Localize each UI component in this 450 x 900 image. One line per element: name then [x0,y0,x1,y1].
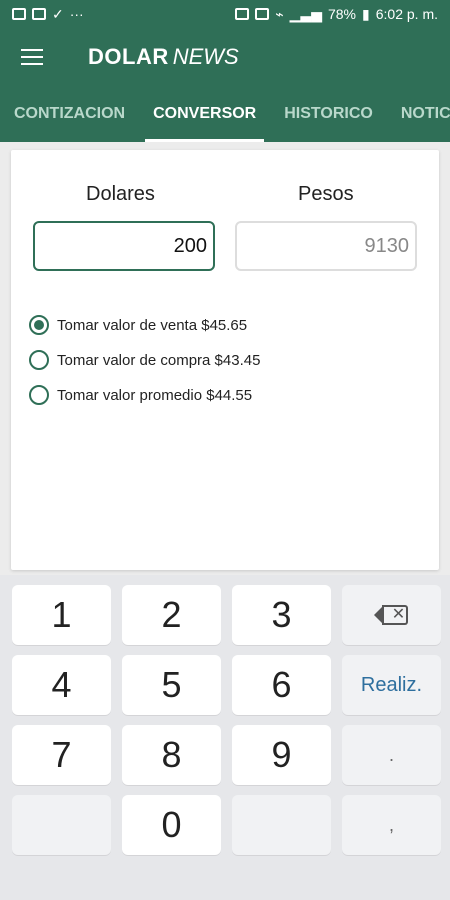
tab-bar: CONTIZACION CONVERSOR HISTORICO NOTICIA [0,86,450,142]
key-4[interactable]: 4 [12,655,111,715]
radio-label-compra: Tomar valor de compra $43.45 [57,351,261,369]
key-1[interactable]: 1 [12,585,111,645]
brand-bold: DOLAR [88,44,169,69]
tab-cotizacion[interactable]: CONTIZACION [0,86,139,142]
numeric-keyboard: 1 2 3 ✕ 4 5 6 Realiz. 7 8 9 . 0 , [0,575,450,900]
blank-key [12,795,111,855]
key-5[interactable]: 5 [122,655,221,715]
twitter-icon: ✓ [52,5,64,22]
status-left-icons: ✓ ··· [12,6,84,23]
dot-key-label: . [388,744,394,765]
key-7[interactable]: 7 [12,725,111,785]
radio-option-compra[interactable]: Tomar valor de compra $43.45 [29,350,260,370]
radio-label-promedio: Tomar valor promedio $44.55 [57,386,253,404]
comma-key[interactable]: , [342,795,441,855]
signal-icon: ▁▃▅ [289,5,322,22]
key-2[interactable]: 2 [122,585,221,645]
radio-label-venta: Tomar valor de venta $45.65 [57,316,248,334]
time: 6:02 p. m. [375,6,438,22]
radio-checked-icon[interactable] [29,315,49,335]
battery-icon: ▮ [362,5,370,22]
dolares-input[interactable]: 200 [33,221,215,271]
radio-option-promedio[interactable]: Tomar valor promedio $44.55 [29,385,252,405]
dolares-label: Dolares [86,183,155,205]
brand-italic: NEWS [172,44,239,69]
radio-unchecked-icon[interactable] [29,350,49,370]
dot-key[interactable]: . [342,725,441,785]
comma-key-label: , [388,814,394,835]
pesos-label: Pesos [298,183,354,205]
backspace-icon: ✕ [373,605,410,625]
key-6[interactable]: 6 [232,655,331,715]
key-0[interactable]: 0 [122,795,221,855]
tab-conversor[interactable]: CONVERSOR [139,86,270,142]
key-9[interactable]: 9 [232,725,331,785]
hamburger-menu-icon [21,49,43,65]
pesos-output[interactable]: 9130 [235,221,417,271]
nfc-icon [255,8,270,20]
blank-key [232,795,331,855]
backspace-key[interactable]: ✕ [342,585,441,645]
app-brand: DOLAR NEWS [88,44,239,70]
status-right: ⌁ ▁▃▅ 78% ▮ 6:02 p. m. [235,6,438,23]
battery-level: 78% [327,6,357,22]
briefcase-icon [32,8,46,20]
tab-historico[interactable]: HISTORICO [270,86,387,142]
done-key[interactable]: Realiz. [342,655,441,715]
vibrate-icon [235,8,250,20]
wifi-icon: ⌁ [275,5,284,22]
status-overflow: ··· [69,6,84,22]
tab-noticias[interactable]: NOTICIA [387,86,450,142]
key-3[interactable]: 3 [232,585,331,645]
radio-option-venta[interactable]: Tomar valor de venta $45.65 [29,315,247,335]
status-bar: ✓ ··· ⌁ ▁▃▅ 78% ▮ 6:02 p. m. [0,0,450,28]
image-icon [12,8,26,20]
app-bar: DOLAR NEWS [0,28,450,86]
radio-unchecked-icon[interactable] [29,385,49,405]
menu-button[interactable] [0,28,64,86]
key-8[interactable]: 8 [122,725,221,785]
